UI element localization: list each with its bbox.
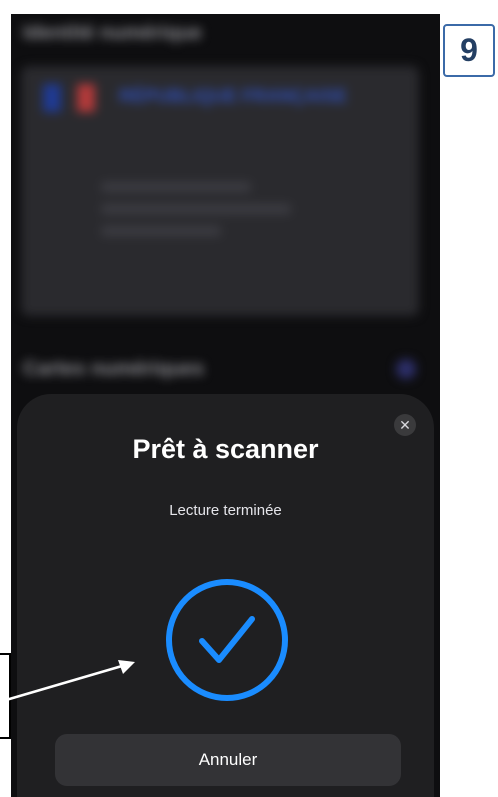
callout-arrow-icon (5, 660, 135, 702)
section-title-digital-identity: Identité numérique (23, 22, 202, 44)
card-text-line (101, 226, 221, 236)
cancel-button[interactable]: Annuler (55, 734, 401, 786)
identity-card-title: RÉPUBLIQUE FRANÇAISE (119, 86, 348, 106)
section-title-digital-cards: Cartes numériques (23, 358, 205, 380)
sheet-title: Prêt à scanner (132, 434, 319, 464)
card-text-line (101, 204, 291, 214)
nfc-scan-sheet: ✕ Prêt à scanner Lecture terminée Annule… (17, 394, 434, 797)
flag-blue-stripe (43, 84, 61, 112)
card-text-line (101, 182, 251, 192)
info-dot (396, 359, 416, 379)
scan-status-text: Lecture terminée (169, 502, 282, 519)
checkmark-circle-icon (166, 579, 288, 701)
close-icon[interactable]: ✕ (394, 414, 416, 436)
flag-red-stripe (77, 84, 95, 112)
step-number-badge: 9 (443, 24, 495, 77)
